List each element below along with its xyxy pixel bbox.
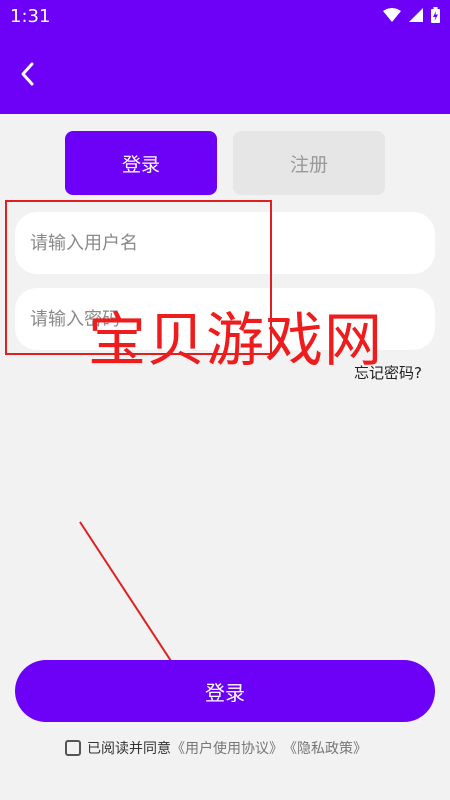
login-button-label: 登录: [205, 680, 245, 705]
tab-login[interactable]: 登录: [65, 131, 217, 195]
agreement-checkbox[interactable]: [65, 740, 81, 756]
tab-register[interactable]: 注册: [233, 131, 385, 195]
tab-login-label: 登录: [121, 153, 160, 176]
forgot-password-link[interactable]: 忘记密码?: [354, 362, 422, 383]
password-input[interactable]: [15, 288, 435, 350]
status-bar: 1:31: [0, 0, 450, 34]
privacy-policy-link[interactable]: 《隐私政策》: [283, 738, 367, 758]
signal-icon: [409, 8, 423, 22]
agreement-text: 已阅读并同意: [87, 741, 171, 757]
tab-register-label: 注册: [289, 153, 328, 176]
chevron-left-icon: [21, 62, 34, 86]
app-bar: [0, 34, 450, 114]
login-button[interactable]: 登录: [15, 660, 435, 722]
username-input[interactable]: [15, 212, 435, 274]
status-time: 1:31: [10, 6, 51, 27]
status-icons: [383, 7, 440, 23]
wifi-icon: [383, 8, 401, 22]
back-button[interactable]: [14, 60, 42, 88]
user-agreement-link[interactable]: 《用户使用协议》: [171, 738, 283, 758]
battery-icon: [431, 7, 440, 23]
agreement-row: 已阅读并同意 《用户使用协议》 《隐私政策》: [65, 738, 367, 758]
